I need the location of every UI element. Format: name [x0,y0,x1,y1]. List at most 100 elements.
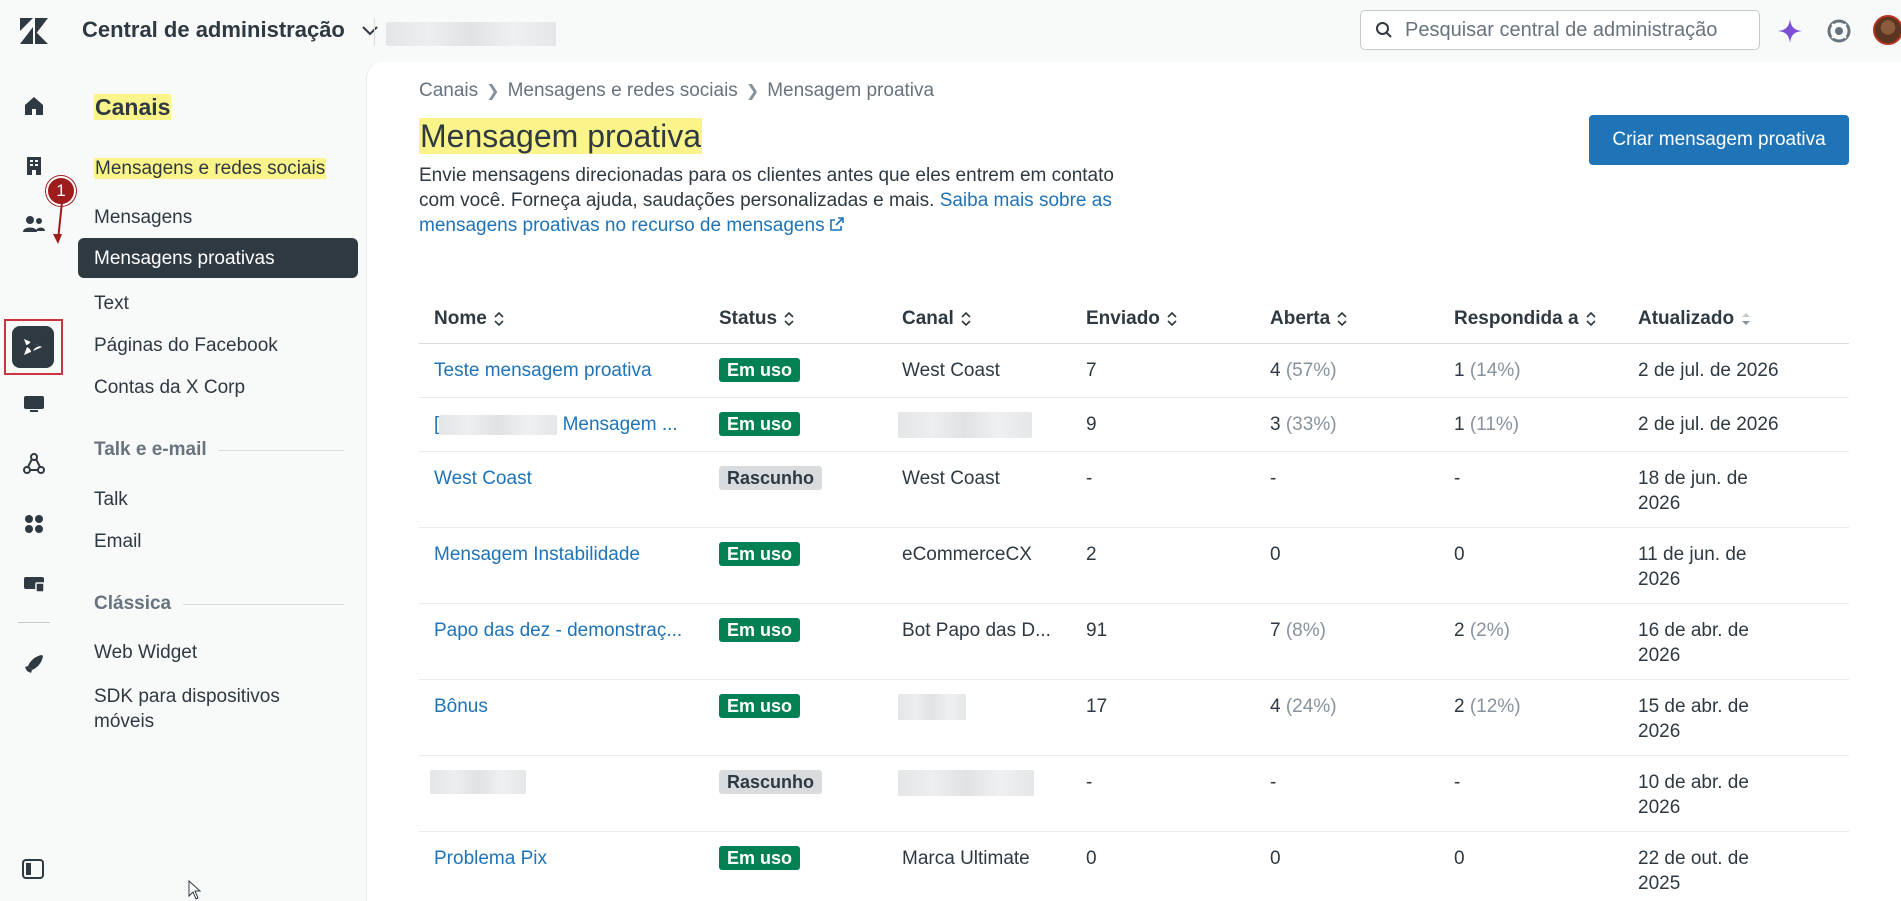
channel-redacted [898,694,966,720]
name-redacted [430,770,526,794]
table-row[interactable]: Rascunho - - - 10 de abr. de 2026 [419,756,1849,832]
product-switcher[interactable]: Central de administração [82,17,381,43]
message-name-link[interactable]: Teste mensagem proativa [434,360,652,381]
replied-percent: (12%) [1469,696,1521,717]
opened-count: - [1270,772,1277,793]
cell-status: Em uso [704,528,887,603]
workspace-icon[interactable] [20,390,48,418]
cell-sent: 0 [1086,848,1097,869]
table-row[interactable]: Papo das dez - demonstraç... Em uso Bot Pa… [419,604,1849,680]
objects-rules-icon[interactable] [20,450,48,478]
header-label: Nome [434,307,487,329]
cell-name[interactable]: [ Mensagem ... [419,398,704,451]
replied-count: - [1454,468,1461,489]
sidebar-group-messaging: Mensagens e redes sociais [94,158,327,180]
home-icon[interactable] [20,92,48,120]
column-header-status[interactable]: Status [704,308,887,330]
help-icon[interactable] [1826,18,1852,44]
sidebar-item-proactive-messages[interactable]: Mensagens proativas [78,238,358,278]
cell-channel: Marca Ultimate [902,848,1030,869]
opened-count: - [1270,468,1277,489]
replied-count: - [1454,772,1461,793]
column-header-channel[interactable]: Canal [887,308,1071,330]
sidebar-item-facebook-pages[interactable]: Páginas do Facebook [94,335,278,357]
cell-name[interactable]: Mensagem Instabilidade [419,528,704,603]
opened-percent: (8%) [1285,620,1326,641]
cell-name[interactable]: Bônus [419,680,704,755]
sidebar-heading-text: Canais [94,94,172,120]
message-name-link[interactable]: Mensagem ... [563,414,678,435]
cell-name[interactable] [419,756,704,831]
breadcrumb-channels[interactable]: Canais [419,80,478,102]
sort-icon [1167,311,1177,326]
table-row[interactable]: [ Mensagem ... Em uso 9 3 (33%) 1 (11%) 2 de … [419,398,1849,452]
account-icon[interactable] [20,570,48,598]
page-title-text: Mensagem proativa [419,118,703,154]
sidebar-item-mobile-sdk[interactable]: SDK para dispositivos móveis [94,684,314,734]
search-placeholder: Pesquisar central de administração [1405,18,1718,41]
sidebar-item-text[interactable]: Text [94,293,129,315]
sidebar-item-talk[interactable]: Talk [94,489,128,511]
breadcrumb-messaging-social[interactable]: Mensagens e redes sociais [508,80,738,102]
cell-updated: 18 de jun. de 2026 [1638,468,1748,514]
replied-count: 1 [1454,360,1465,381]
message-name-link[interactable]: Papo das dez - demonstraç... [434,620,682,641]
cell-name[interactable]: Problema Pix [419,832,704,901]
message-name-link[interactable]: Bônus [434,696,488,717]
opened-count: 4 [1270,360,1281,381]
search-icon [1376,22,1392,38]
sidebar-section-label: Talk e e-mail [94,439,207,460]
table-row[interactable]: West Coast Rascunho West Coast - - - 18 de j… [419,452,1849,528]
building-icon[interactable] [20,152,48,180]
rocket-icon[interactable] [20,650,48,678]
ai-sparkle-icon[interactable] [1777,18,1803,44]
sidebar-item-messaging[interactable]: Mensagens [94,207,192,229]
cell-name[interactable]: West Coast [419,452,704,527]
message-name-link[interactable]: Mensagem Instabilidade [434,544,640,565]
replied-percent: (14%) [1469,360,1521,381]
sparkle-ai-icon[interactable] [20,332,48,360]
apps-integrations-icon[interactable] [20,510,48,538]
sidebar-item-web-widget[interactable]: Web Widget [94,642,197,664]
column-header-updated[interactable]: Atualizado [1623,308,1849,330]
chevron-right-icon: ❯ [745,83,760,100]
sidebar-item-email[interactable]: Email [94,531,142,553]
message-name-link[interactable]: Problema Pix [434,848,547,869]
channel-redacted [898,770,1034,796]
column-header-sent[interactable]: Enviado [1071,308,1255,330]
cell-opened: - [1255,756,1439,831]
status-badge: Em uso [719,542,801,566]
cell-updated: 22 de out. de 2025 [1638,848,1749,894]
page-title: Mensagem proativa [419,118,703,155]
cell-opened: 0 [1255,528,1439,603]
zendesk-logo-icon[interactable] [18,16,50,46]
cell-name[interactable]: Papo das dez - demonstraç... [419,604,704,679]
table-row[interactable]: Teste mensagem proativa Em uso West Coast 7… [419,344,1849,398]
table-row[interactable]: Bônus Em uso 17 4 (24%) 2 (12%) 15 de abr. de… [419,680,1849,756]
collapse-sidebar-icon[interactable] [20,856,46,882]
sidebar-section-classic: Clássica [94,593,344,615]
header-label: Status [719,307,778,329]
header-label: Respondida a [1454,307,1579,329]
header-label: Aberta [1270,307,1331,329]
cell-sent: 91 [1086,620,1108,641]
cell-replied: 2 (12%) [1439,680,1623,755]
column-header-opened[interactable]: Aberta [1255,308,1439,330]
cell-replied: - [1439,452,1623,527]
search-input[interactable]: Pesquisar central de administração [1360,10,1760,50]
message-name-link[interactable]: West Coast [434,468,532,489]
sidebar-item-x-corp[interactable]: Contas da X Corp [94,377,245,399]
people-icon[interactable] [20,210,48,238]
opened-count: 4 [1270,696,1281,717]
status-badge: Em uso [719,358,801,382]
cell-sent: 17 [1086,696,1108,717]
user-avatar[interactable] [1873,15,1901,45]
column-header-replied[interactable]: Respondida a [1439,308,1623,330]
table-row[interactable]: Problema Pix Em uso Marca Ultimate 0 0 0 22 … [419,832,1849,901]
table-row[interactable]: Mensagem Instabilidade Em uso eCommerceCX 2… [419,528,1849,604]
column-header-name[interactable]: Nome [419,308,704,330]
create-proactive-message-button[interactable]: Criar mensagem proativa [1589,115,1849,165]
opened-count: 0 [1270,848,1281,869]
name-redacted [439,414,558,435]
cell-name[interactable]: Teste mensagem proativa [419,344,704,397]
